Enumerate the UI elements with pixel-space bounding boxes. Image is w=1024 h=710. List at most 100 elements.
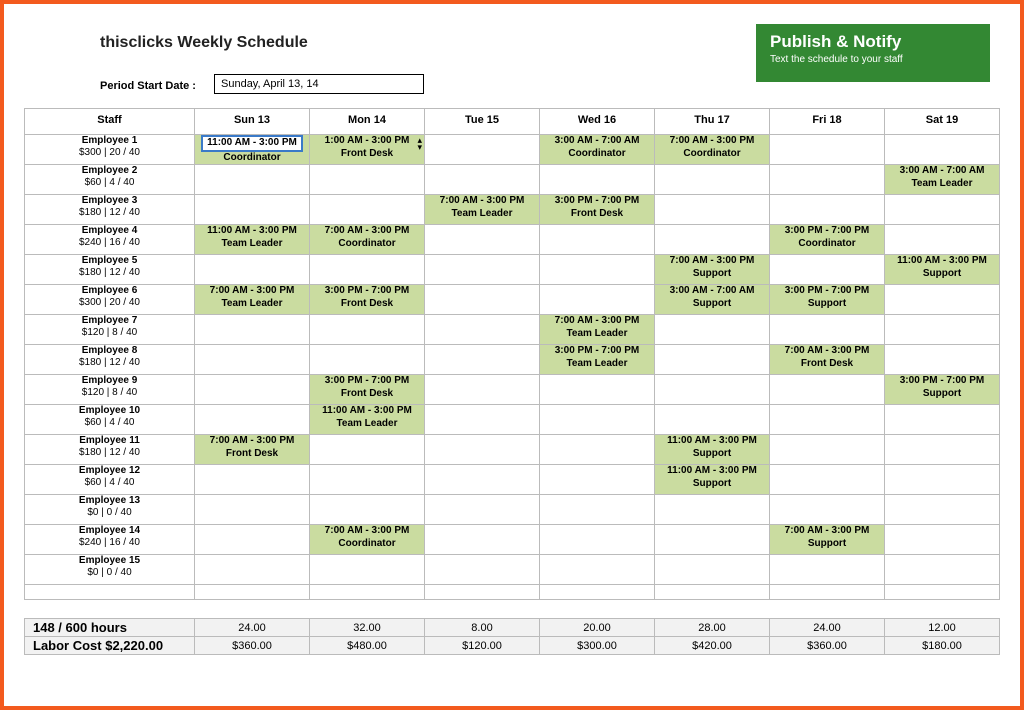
shift-cell[interactable]: 7:00 AM - 3:00 PMSupport — [770, 525, 885, 555]
shift-cell[interactable]: 7:00 AM - 3:00 PMCoordinator — [655, 135, 770, 165]
shift-cell[interactable]: 11:00 AM - 3:00 PMTeam Leader — [310, 405, 425, 435]
shift-cell[interactable] — [770, 135, 885, 165]
shift-cell[interactable] — [655, 165, 770, 195]
shift-cell[interactable] — [195, 195, 310, 225]
shift-cell[interactable]: 7:00 AM - 3:00 PMTeam Leader — [425, 195, 540, 225]
shift-cell[interactable] — [770, 375, 885, 405]
shift-cell[interactable] — [885, 405, 1000, 435]
shift-cell[interactable] — [195, 555, 310, 585]
shift-cell[interactable]: 11:00 AM - 3:00 PMSupport — [885, 255, 1000, 285]
shift-cell[interactable]: 3:00 PM - 7:00 PMTeam Leader — [540, 345, 655, 375]
shift-cell[interactable] — [770, 405, 885, 435]
shift-cell[interactable] — [425, 525, 540, 555]
shift-cell[interactable] — [770, 465, 885, 495]
shift-cell[interactable] — [885, 495, 1000, 525]
shift-cell[interactable]: 11:00 AM - 3:00 PMSupport — [655, 465, 770, 495]
shift-cell[interactable]: ▴▾1:00 AM - 3:00 PMFront Desk — [310, 135, 425, 165]
shift-cell[interactable] — [770, 255, 885, 285]
shift-cell[interactable] — [310, 465, 425, 495]
period-start-input[interactable] — [214, 74, 424, 94]
shift-cell[interactable] — [770, 315, 885, 345]
shift-cell[interactable] — [425, 255, 540, 285]
shift-cell[interactable]: 3:00 PM - 7:00 PMFront Desk — [540, 195, 655, 225]
shift-cell[interactable] — [655, 315, 770, 345]
shift-cell[interactable] — [195, 315, 310, 345]
shift-cell[interactable] — [885, 225, 1000, 255]
shift-cell[interactable] — [310, 345, 425, 375]
shift-cell[interactable]: 7:00 AM - 3:00 PMTeam Leader — [540, 315, 655, 345]
shift-cell[interactable] — [885, 285, 1000, 315]
shift-cell[interactable] — [195, 165, 310, 195]
shift-cell[interactable]: 7:00 AM - 3:00 PMFront Desk — [195, 435, 310, 465]
shift-cell[interactable] — [885, 315, 1000, 345]
shift-cell[interactable] — [310, 555, 425, 585]
shift-cell[interactable] — [655, 525, 770, 555]
shift-cell[interactable] — [310, 255, 425, 285]
shift-cell[interactable] — [425, 465, 540, 495]
shift-cell[interactable] — [885, 135, 1000, 165]
shift-cell[interactable]: 7:00 AM - 3:00 PMTeam Leader — [195, 285, 310, 315]
shift-cell[interactable] — [425, 285, 540, 315]
shift-cell[interactable] — [195, 405, 310, 435]
shift-cell[interactable] — [540, 465, 655, 495]
shift-cell[interactable]: 3:00 AM - 7:00 AMSupport — [655, 285, 770, 315]
shift-cell[interactable] — [770, 555, 885, 585]
shift-cell[interactable]: 7:00 AM - 3:00 PMCoordinator — [310, 525, 425, 555]
shift-cell[interactable] — [540, 255, 655, 285]
shift-cell[interactable] — [885, 195, 1000, 225]
shift-cell[interactable] — [885, 555, 1000, 585]
shift-cell[interactable] — [195, 255, 310, 285]
shift-cell[interactable] — [310, 165, 425, 195]
shift-cell[interactable] — [195, 345, 310, 375]
shift-cell[interactable]: 3:00 PM - 7:00 PMFront Desk — [310, 375, 425, 405]
shift-cell[interactable] — [655, 375, 770, 405]
shift-cell[interactable] — [425, 405, 540, 435]
shift-cell[interactable]: 3:00 PM - 7:00 PMFront Desk — [310, 285, 425, 315]
shift-cell[interactable] — [885, 345, 1000, 375]
shift-cell[interactable] — [885, 465, 1000, 495]
shift-cell[interactable] — [540, 495, 655, 525]
shift-cell[interactable] — [425, 375, 540, 405]
shift-cell[interactable]: 3:00 AM - 7:00 AMCoordinator — [540, 135, 655, 165]
shift-cell[interactable] — [195, 495, 310, 525]
shift-cell[interactable] — [310, 435, 425, 465]
shift-cell[interactable] — [425, 225, 540, 255]
shift-cell[interactable] — [310, 195, 425, 225]
shift-cell[interactable] — [540, 225, 655, 255]
shift-cell[interactable] — [540, 525, 655, 555]
shift-cell[interactable] — [425, 345, 540, 375]
shift-cell[interactable] — [770, 435, 885, 465]
shift-cell[interactable] — [770, 165, 885, 195]
shift-cell[interactable]: 11:00 AM - 3:00 PMCoordinator — [195, 135, 310, 165]
shift-cell[interactable] — [655, 225, 770, 255]
shift-cell[interactable] — [540, 285, 655, 315]
shift-cell[interactable] — [425, 435, 540, 465]
shift-cell[interactable] — [195, 465, 310, 495]
shift-cell[interactable]: 11:00 AM - 3:00 PMTeam Leader — [195, 225, 310, 255]
shift-cell[interactable] — [655, 195, 770, 225]
shift-cell[interactable] — [655, 495, 770, 525]
shift-cell[interactable]: 7:00 AM - 3:00 PMFront Desk — [770, 345, 885, 375]
shift-cell[interactable]: 3:00 AM - 7:00 AMTeam Leader — [885, 165, 1000, 195]
shift-cell[interactable]: 7:00 AM - 3:00 PMSupport — [655, 255, 770, 285]
shift-cell[interactable]: 3:00 PM - 7:00 PMCoordinator — [770, 225, 885, 255]
shift-cell[interactable] — [425, 165, 540, 195]
shift-cell[interactable] — [540, 165, 655, 195]
shift-cell[interactable] — [425, 555, 540, 585]
shift-cell[interactable]: 11:00 AM - 3:00 PMSupport — [655, 435, 770, 465]
shift-cell[interactable] — [655, 345, 770, 375]
shift-cell[interactable] — [540, 555, 655, 585]
shift-cell[interactable] — [770, 495, 885, 525]
shift-cell[interactable] — [540, 405, 655, 435]
shift-cell[interactable] — [540, 375, 655, 405]
shift-cell[interactable] — [425, 315, 540, 345]
shift-cell[interactable] — [540, 435, 655, 465]
shift-cell[interactable] — [885, 435, 1000, 465]
shift-cell[interactable] — [655, 405, 770, 435]
shift-cell[interactable] — [195, 375, 310, 405]
shift-cell[interactable] — [310, 495, 425, 525]
shift-cell[interactable] — [655, 555, 770, 585]
shift-cell[interactable] — [425, 135, 540, 165]
shift-cell[interactable]: 3:00 PM - 7:00 PMSupport — [885, 375, 1000, 405]
shift-cell[interactable] — [195, 525, 310, 555]
